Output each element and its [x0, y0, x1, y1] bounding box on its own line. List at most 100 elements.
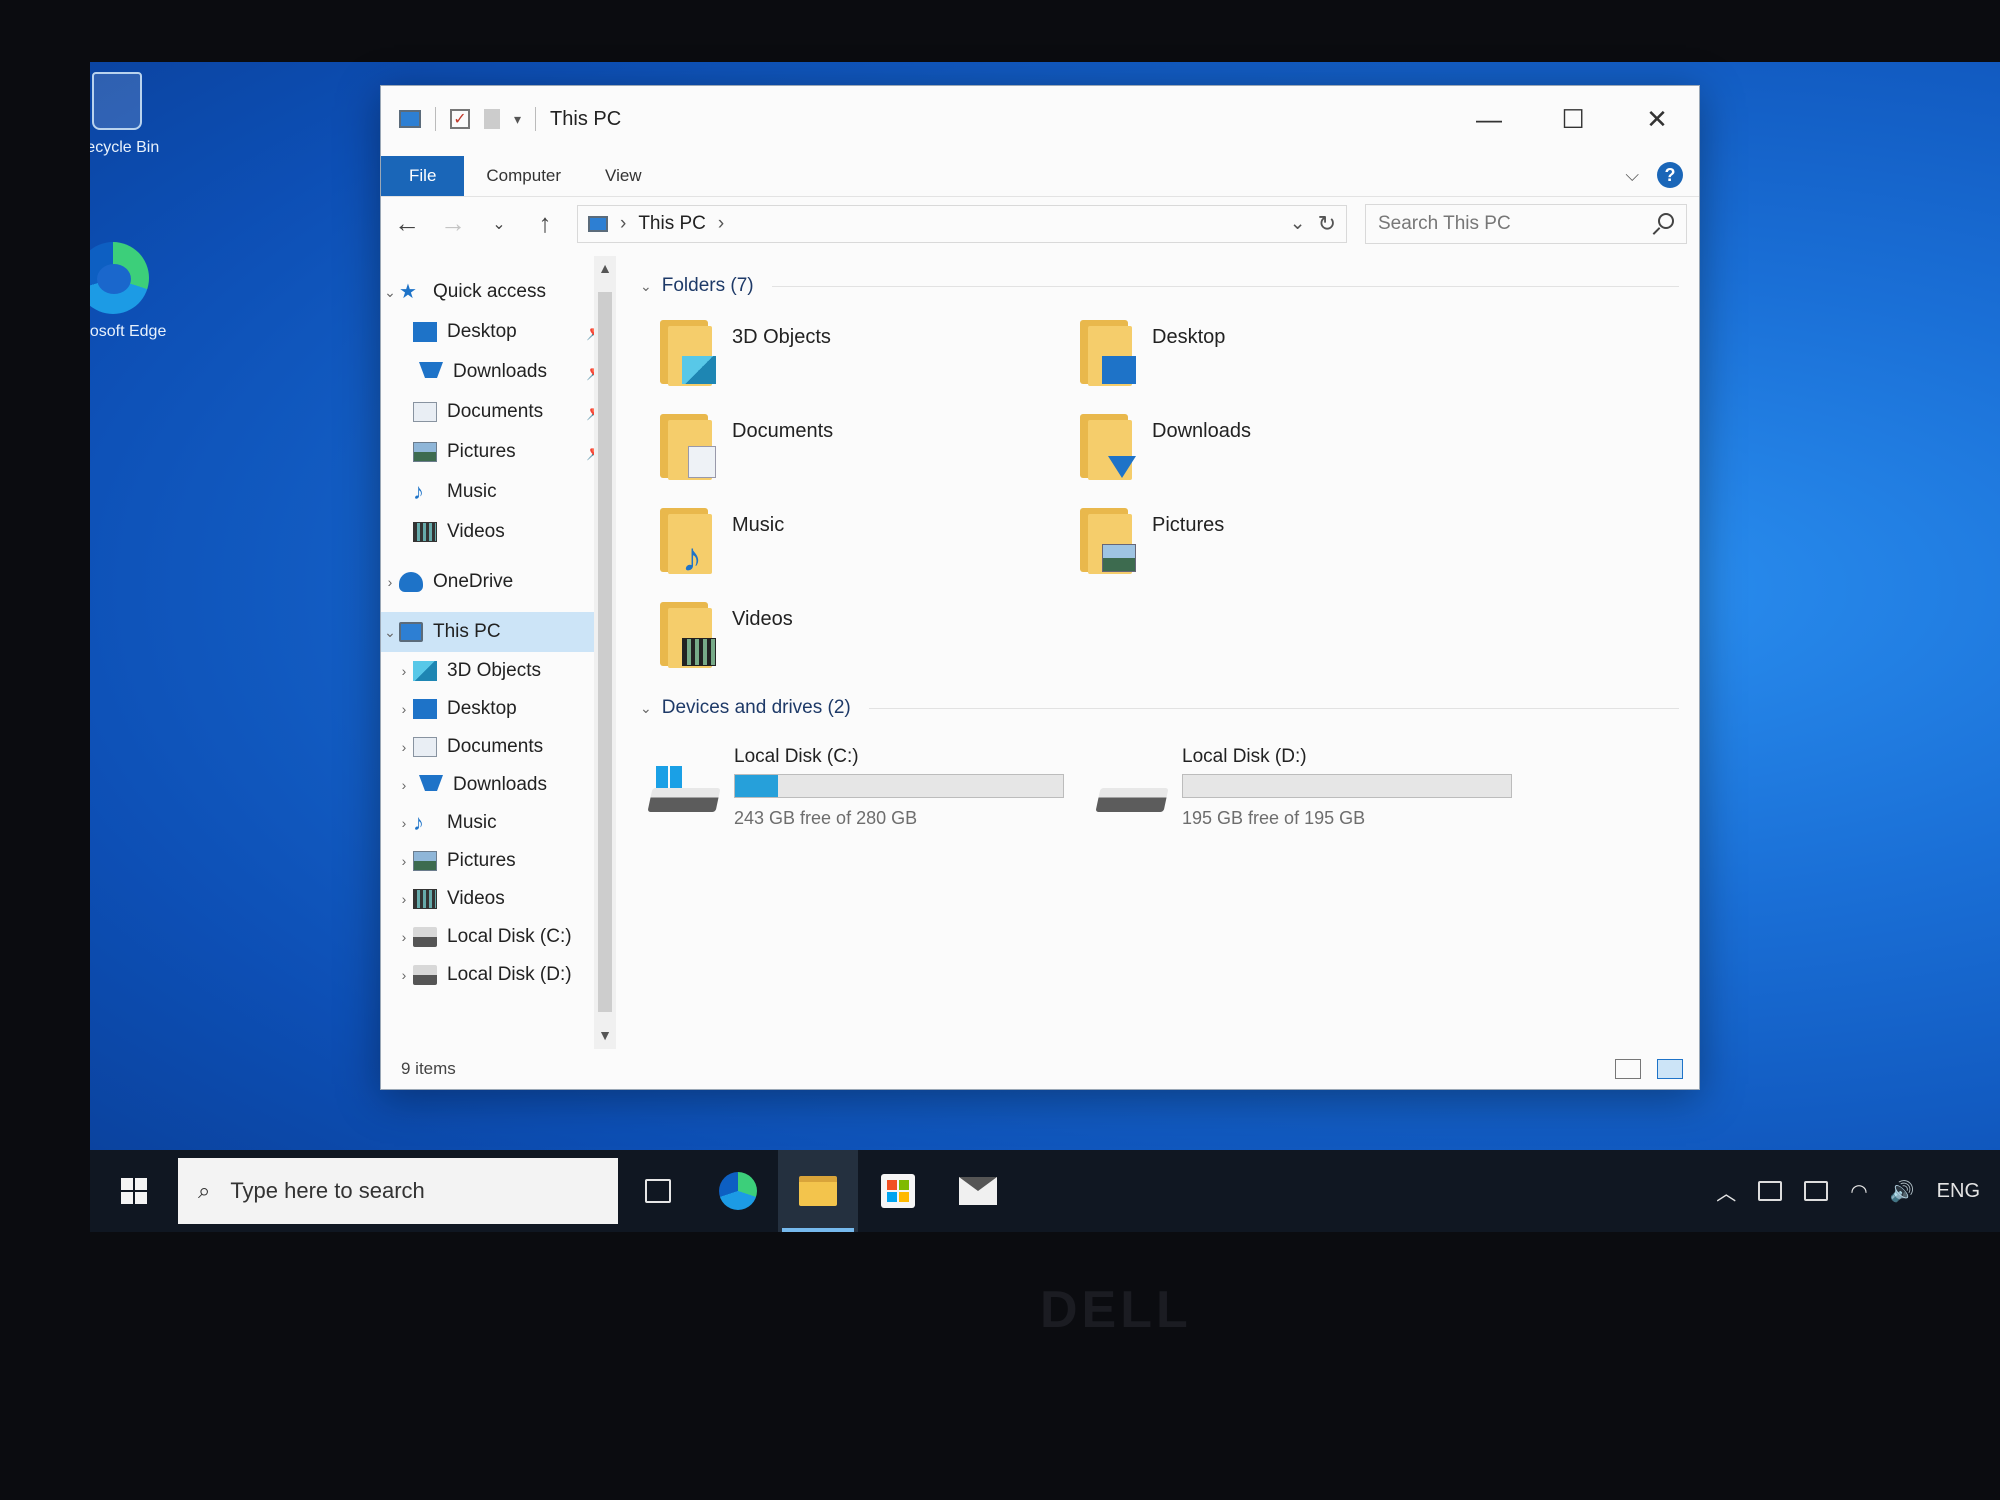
chevron-right-icon[interactable]: › — [395, 701, 413, 717]
folder-videos[interactable]: Videos — [660, 598, 1080, 670]
folder-pictures[interactable]: Pictures — [1080, 504, 1500, 576]
taskbar-store[interactable] — [858, 1150, 938, 1232]
nav-this-pc[interactable]: ⌄ This PC — [381, 612, 616, 652]
tab-view[interactable]: View — [583, 156, 664, 196]
wifi-icon[interactable]: ◠ — [1850, 1179, 1867, 1204]
folder-3d-objects[interactable]: 3D Objects — [660, 316, 1080, 388]
scroll-thumb[interactable] — [598, 292, 612, 1012]
nav-pc-local-disk-c[interactable]: › Local Disk (C:) — [381, 918, 616, 956]
drive-d[interactable]: Local Disk (D:) 195 GB free of 195 GB — [1095, 746, 1518, 829]
nav-pc-videos[interactable]: › Videos — [381, 880, 616, 918]
nav-qa-pictures[interactable]: Pictures 📌 — [381, 432, 616, 472]
chevron-right-icon[interactable]: › — [395, 663, 413, 679]
folder-downloads[interactable]: Downloads — [1080, 410, 1500, 482]
chevron-down-icon[interactable]: ⌄ — [640, 278, 652, 295]
back-arrow-icon[interactable]: ← — [393, 208, 421, 239]
chevron-down-icon[interactable]: ⌄ — [640, 700, 652, 717]
chevron-right-icon[interactable]: › — [395, 929, 413, 945]
chevron-right-icon[interactable]: › — [395, 777, 413, 793]
task-view-button[interactable] — [618, 1150, 698, 1232]
devices-group-header[interactable]: ⌄ Devices and drives (2) — [640, 688, 1679, 728]
battery-icon[interactable] — [1804, 1181, 1829, 1201]
folders-group-header[interactable]: ⌄ Folders (7) — [640, 266, 1679, 306]
help-icon[interactable]: ? — [1657, 162, 1683, 188]
download-icon — [419, 362, 443, 382]
close-button[interactable]: ✕ — [1615, 92, 1699, 146]
pc-icon[interactable] — [399, 110, 421, 128]
quick-access-toolbar: ✓ ▾ — [399, 107, 537, 131]
nav-qa-downloads[interactable]: Downloads 📌 — [381, 352, 616, 392]
forward-arrow-icon[interactable]: → — [439, 208, 467, 239]
chevron-right-icon[interactable]: › — [718, 213, 724, 235]
nav-label: Quick access — [433, 281, 546, 302]
taskbar-file-explorer[interactable] — [778, 1150, 858, 1232]
chevron-right-icon[interactable]: › — [395, 853, 413, 869]
address-bar[interactable]: › This PC › ⌄ ↻ — [577, 204, 1347, 243]
pc-icon — [399, 622, 423, 642]
chevron-right-icon[interactable]: › — [395, 815, 413, 831]
folder-documents[interactable]: Documents — [660, 410, 1080, 482]
refresh-icon[interactable]: ↻ — [1318, 211, 1336, 237]
nav-scrollbar[interactable]: ▲ ▼ — [594, 256, 616, 1049]
search-box[interactable]: Search This PC — [1365, 203, 1687, 244]
folder-music[interactable]: ♪ Music — [660, 504, 1080, 578]
nav-pc-desktop[interactable]: › Desktop — [381, 690, 616, 728]
breadcrumb-this-pc[interactable]: This PC — [638, 213, 706, 235]
tab-file[interactable]: File — [381, 156, 465, 196]
nav-pc-music[interactable]: › ♪ Music — [381, 804, 616, 842]
tab-computer[interactable]: Computer — [464, 156, 583, 196]
minimize-button[interactable]: — — [1447, 92, 1531, 146]
drive-c[interactable]: Local Disk (C:) 243 GB free of 280 GB — [647, 746, 1070, 829]
taskbar-edge[interactable] — [698, 1150, 778, 1232]
volume-icon[interactable]: 🔊 — [1890, 1179, 1915, 1204]
nav-label: Documents — [447, 401, 544, 422]
nav-qa-videos[interactable]: Videos — [381, 512, 616, 552]
language-indicator[interactable]: ENG — [1937, 1180, 1980, 1203]
nav-qa-desktop[interactable]: Desktop 📌 — [381, 312, 616, 352]
video-icon — [413, 889, 437, 909]
view-switcher — [1615, 1059, 1699, 1079]
properties-icon[interactable]: ✓ — [450, 109, 470, 129]
nav-qa-music[interactable]: ♪ Music — [381, 472, 616, 512]
show-hidden-icons-icon[interactable]: ︿ — [1716, 1177, 1736, 1206]
folder-desktop[interactable]: Desktop — [1080, 316, 1500, 388]
up-arrow-icon[interactable]: ↑ — [531, 208, 559, 239]
meet-now-icon[interactable] — [1758, 1181, 1783, 1201]
chevron-down-icon[interactable]: ⌄ — [381, 284, 399, 301]
search-icon: ⌕ — [198, 1178, 211, 1203]
chevron-down-icon[interactable]: ⌄ — [381, 624, 399, 641]
taskbar-mail[interactable] — [938, 1150, 1018, 1232]
scroll-down-icon[interactable]: ▼ — [594, 1027, 616, 1043]
nav-onedrive[interactable]: › OneDrive — [381, 562, 616, 602]
scroll-up-icon[interactable]: ▲ — [594, 260, 616, 276]
recycle-bin-shortcut[interactable]: Recycle Bin — [90, 72, 172, 160]
customize-toolbar-icon[interactable]: ▾ — [514, 111, 521, 128]
maximize-button[interactable]: ☐ — [1531, 92, 1615, 146]
address-dropdown-icon[interactable]: ⌄ — [1290, 212, 1306, 235]
nav-pc-downloads[interactable]: › Downloads — [381, 766, 616, 804]
recent-locations-icon[interactable]: ⌄ — [485, 214, 513, 234]
taskbar-search[interactable]: ⌕ Type here to search — [178, 1158, 618, 1224]
search-icon[interactable] — [1658, 212, 1674, 235]
details-view-icon[interactable] — [1615, 1059, 1641, 1079]
chevron-right-icon[interactable]: › — [381, 574, 399, 590]
new-folder-icon[interactable] — [484, 109, 500, 129]
nav-pc-local-disk-d[interactable]: › Local Disk (D:) — [381, 956, 616, 994]
video-icon — [413, 522, 437, 542]
folder-icon — [1080, 504, 1136, 576]
chevron-right-icon[interactable]: › — [395, 891, 413, 907]
nav-pc-pictures[interactable]: › Pictures — [381, 842, 616, 880]
start-button[interactable] — [90, 1150, 178, 1232]
nav-quick-access[interactable]: ⌄ ★ Quick access — [381, 272, 616, 312]
nav-label: Videos — [447, 888, 505, 909]
status-bar: 9 items — [381, 1049, 1699, 1089]
chevron-right-icon[interactable]: › — [620, 213, 626, 235]
chevron-right-icon[interactable]: › — [395, 739, 413, 755]
expand-ribbon-icon[interactable]: ⌵ — [1625, 165, 1639, 186]
nav-pc-documents[interactable]: › Documents — [381, 728, 616, 766]
nav-pc-3d-objects[interactable]: › 3D Objects — [381, 652, 616, 690]
nav-qa-documents[interactable]: Documents 📌 — [381, 392, 616, 432]
chevron-right-icon[interactable]: › — [395, 967, 413, 983]
large-icons-view-icon[interactable] — [1657, 1059, 1683, 1079]
edge-shortcut[interactable]: Microsoft Edge — [90, 242, 168, 344]
